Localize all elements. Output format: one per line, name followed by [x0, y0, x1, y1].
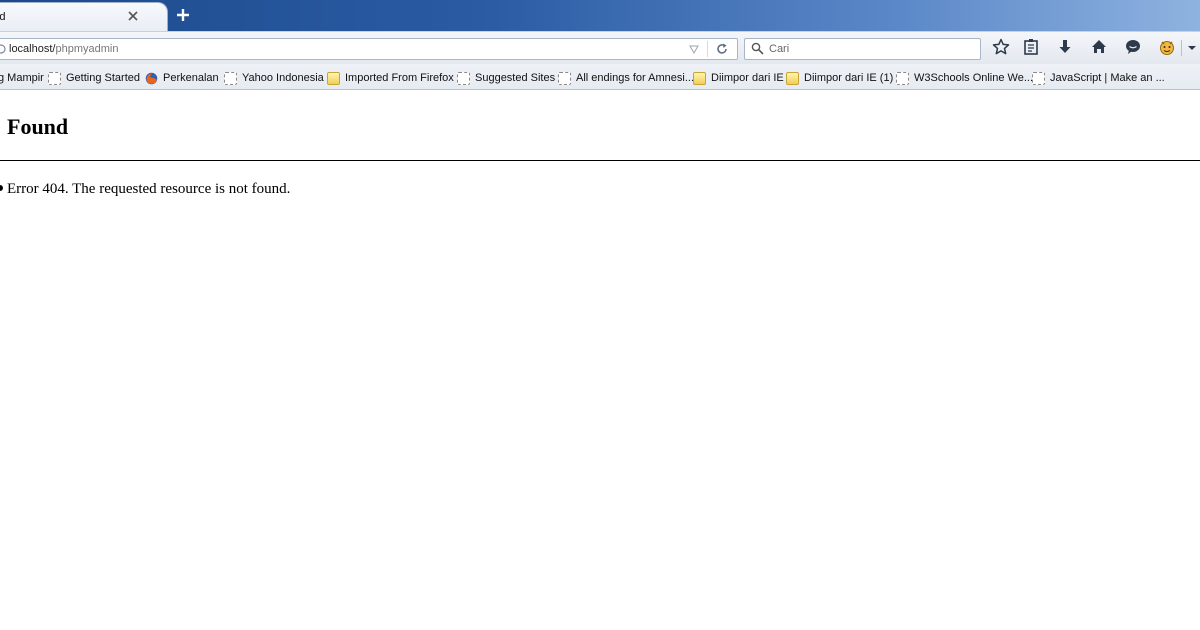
search-icon[interactable]	[751, 42, 764, 55]
chat-bubble-icon[interactable]	[1124, 38, 1142, 56]
toolbar-separator	[1181, 40, 1182, 56]
bookmark-item[interactable]: Perkenalan	[145, 70, 219, 86]
page-icon	[1032, 71, 1045, 85]
bookmark-item[interactable]: Diimpor dari IE (1)	[786, 70, 893, 86]
folder-icon	[786, 71, 799, 85]
bookmark-label: Getting Started	[66, 72, 140, 84]
bookmark-item[interactable]: JavaScript | Make an ...	[1032, 70, 1165, 86]
page-content: Found Error 404. The requested resource …	[0, 90, 1200, 630]
bookmarks-toolbar: g Mampir Getting Started Perkenalan Yaho…	[0, 64, 1200, 90]
globe-icon[interactable]	[0, 43, 7, 55]
tab-strip: ound	[0, 0, 1200, 31]
bookmark-item[interactable]: W3Schools Online We...	[896, 70, 1033, 86]
bookmark-label: Diimpor dari IE	[711, 72, 784, 84]
bookmark-item[interactable]: Imported From Firefox	[327, 70, 454, 86]
bookmark-label: All endings for Amnesi...	[576, 72, 695, 84]
bookmark-item[interactable]: Diimpor dari IE	[693, 70, 784, 86]
bookmark-item[interactable]: All endings for Amnesi...	[558, 70, 694, 86]
bookmark-item[interactable]: g Mampir	[0, 70, 44, 86]
bookmark-label: Diimpor dari IE (1)	[804, 72, 894, 84]
star-icon[interactable]	[992, 38, 1010, 56]
bookmarks-list-icon[interactable]	[1022, 38, 1040, 56]
error-message: Error 404. The requested resource is not…	[7, 181, 291, 197]
url-bar[interactable]: localhost/phpmyadmin	[0, 38, 738, 60]
page-icon	[896, 71, 909, 85]
bookmark-label: JavaScript | Make an ...	[1050, 72, 1165, 84]
home-icon[interactable]	[1090, 38, 1108, 56]
url-text[interactable]: localhost/phpmyadmin	[9, 43, 118, 55]
page-icon	[457, 71, 470, 85]
page-icon	[48, 71, 61, 85]
addon-face-icon[interactable]	[1158, 38, 1176, 56]
download-arrow-icon[interactable]	[1056, 38, 1074, 56]
bookmark-label: Imported From Firefox	[345, 72, 454, 84]
tab-title: ound	[0, 11, 6, 23]
page-icon	[558, 71, 571, 85]
folder-icon	[693, 71, 706, 85]
search-input[interactable]	[769, 41, 969, 57]
horizontal-rule	[0, 160, 1200, 161]
close-icon[interactable]	[127, 10, 139, 22]
bookmark-label: g Mampir	[0, 72, 44, 84]
chevron-down-icon[interactable]	[1187, 44, 1197, 52]
bookmark-item[interactable]: Suggested Sites	[457, 70, 555, 86]
bookmark-label: Perkenalan	[163, 72, 219, 84]
page-icon	[224, 71, 237, 85]
plus-icon[interactable]	[176, 8, 190, 22]
url-path: phpmyadmin	[55, 43, 119, 55]
bookmark-label: Yahoo Indonesia	[242, 72, 324, 84]
bookmark-item[interactable]: Yahoo Indonesia	[224, 70, 324, 86]
firefox-icon	[145, 72, 158, 84]
navigation-toolbar: localhost/phpmyadmin	[0, 31, 1200, 64]
bookmark-label: Suggested Sites	[475, 72, 556, 84]
url-history-dropdown-icon[interactable]	[689, 45, 699, 54]
search-bar[interactable]	[744, 38, 981, 60]
folder-icon	[327, 71, 340, 85]
bookmark-label: W3Schools Online We...	[914, 72, 1034, 84]
page-title: Found	[7, 114, 69, 139]
url-separator	[707, 41, 708, 57]
reload-icon[interactable]	[715, 42, 729, 56]
active-tab[interactable]: ound	[0, 2, 168, 31]
url-host: localhost/	[9, 43, 56, 55]
list-bullet	[0, 185, 3, 191]
bookmark-item[interactable]: Getting Started	[48, 70, 140, 86]
